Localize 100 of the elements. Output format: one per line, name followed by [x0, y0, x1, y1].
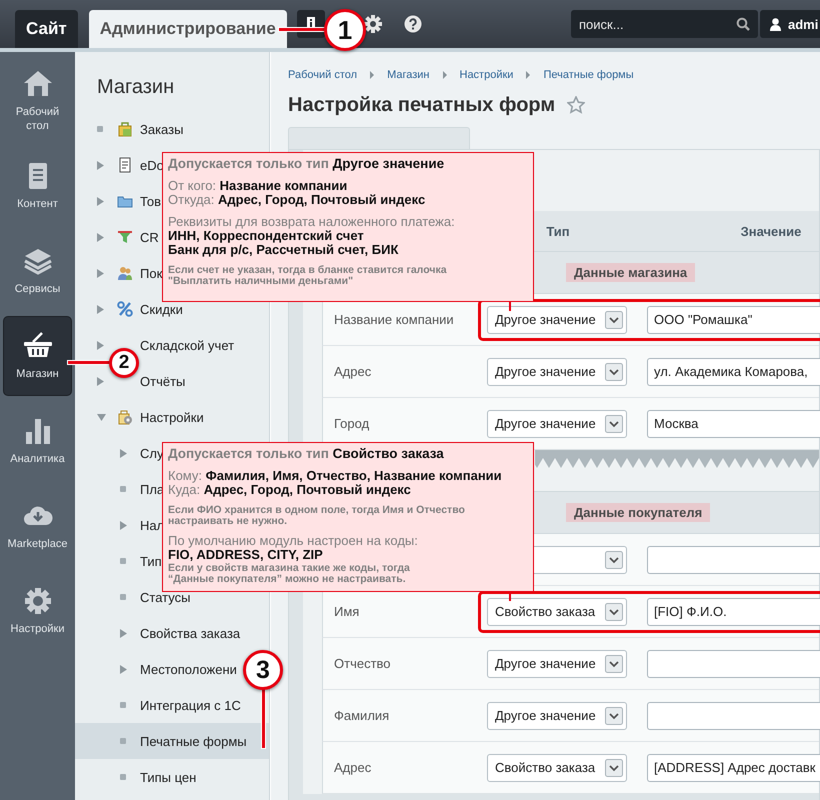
type-select[interactable]: Свойство заказа [487, 754, 627, 782]
gear-icon [22, 586, 52, 616]
column-header: Значение [740, 224, 802, 238]
value-field[interactable] [647, 650, 820, 678]
sidebar-item[interactable]: Свойства заказа [140, 626, 240, 640]
sidebar-item[interactable]: Типы цен [140, 770, 196, 784]
nav-item[interactable]: Аналитика [4, 402, 71, 480]
note-text: Кому: Фамилия, Имя, Отчество, Название компании Куда: Адрес, Город, Почтовый индекс [168, 469, 503, 497]
sidebar-item[interactable]: CR [140, 230, 159, 244]
page-title: Настройка печатных форм [288, 94, 556, 116]
settings-icon[interactable] [362, 14, 383, 34]
breadcrumb-separator-icon [370, 71, 374, 79]
star-icon[interactable] [567, 96, 586, 114]
section-label: Данные магазина [566, 263, 696, 282]
leader-line [262, 688, 265, 748]
field-label: Отчество [333, 656, 392, 671]
sidebar-item[interactable]: Печатные формы [75, 723, 269, 759]
chevron-down-icon [605, 602, 623, 620]
value-field[interactable]: Москва [647, 410, 820, 438]
field-label: Имя [333, 604, 360, 619]
chevron-down-icon [605, 706, 623, 724]
type-select[interactable]: Другое значение [487, 410, 627, 438]
chevron-down-icon [605, 758, 623, 776]
chevron-down-icon [605, 310, 623, 328]
value-field[interactable]: ООО "Ромашка" [647, 306, 820, 334]
layers-icon [22, 246, 52, 276]
sidebar-item[interactable]: Интеграция с 1С [140, 698, 241, 712]
nav-item[interactable]: Магазин [4, 317, 71, 395]
sidebar-item[interactable]: Статусы [140, 590, 190, 604]
user-button[interactable]: admi [760, 10, 820, 38]
field-label: Название компании [333, 312, 455, 327]
field-label: Адрес [333, 760, 372, 775]
chevron-down-icon [605, 654, 623, 672]
bullet-icon [120, 486, 126, 492]
nav-item[interactable]: Сервисы [4, 232, 71, 310]
note-title: Допускается только тип Другое значение [168, 156, 446, 172]
note-text: Реквизиты для возврата наложенного платежа: ИНН, Корреспондентский счет Банк для р/с, Рассчетный счет, БИК [168, 215, 456, 257]
type-select[interactable]: Другое значение [487, 702, 627, 730]
nav-item[interactable]: Контент [4, 147, 71, 225]
people-icon [117, 265, 133, 281]
sidebar-item[interactable]: Заказы [140, 122, 184, 136]
chevron-down-icon [605, 550, 623, 568]
breadcrumb-link[interactable]: Магазин [387, 69, 430, 81]
note-text: Если счет не указан, тогда в бланке ставится галочка "Выплатить наличными деньгами" [168, 265, 448, 286]
note-text: От кого: Название компании Откуда: Адрес, Город, Почтовый индекс [168, 179, 426, 207]
user-icon [770, 18, 781, 30]
type-select[interactable]: Свойство заказа [487, 598, 627, 626]
search-icon [736, 17, 750, 31]
note-text: По умолчанию модуль настроен на коды: FIO, ADDRESS, CITY, ZIP [168, 534, 419, 562]
value-field[interactable] [647, 702, 820, 730]
sidebar-item[interactable]: Скидки [140, 302, 183, 316]
tab[interactable]: Сайт [15, 10, 78, 48]
note-text: Если ФИО хранится в одном поле, тогда Имя и Отчество настраивать не нужно. [168, 505, 466, 526]
breadcrumb-separator-icon [526, 71, 530, 79]
field-label: Фамилия [333, 708, 390, 723]
breadcrumb-link[interactable]: Настройки [460, 69, 514, 81]
nav-item[interactable]: Настройки [4, 572, 71, 650]
breadcrumb-link[interactable]: Рабочий стол [288, 69, 358, 81]
help-icon[interactable] [404, 15, 422, 33]
type-select[interactable]: Другое значение [487, 358, 627, 386]
tab[interactable]: Администрирование [88, 10, 287, 48]
bullet-icon [120, 594, 126, 600]
sidebar-item[interactable]: Складской учет [140, 338, 234, 352]
leader-line [279, 28, 325, 31]
sidebar-item[interactable]: Пок [140, 266, 162, 280]
bag-gear-icon [117, 409, 133, 425]
note-text: Если у свойств магазина такие же коды, тогда “Данные покупателя” можно не настраивать. [168, 563, 411, 584]
type-select[interactable]: Другое значение [487, 306, 627, 334]
value-field[interactable] [647, 546, 820, 574]
sidebar-item[interactable]: Тип [140, 554, 162, 568]
value-field[interactable]: [FIO] Ф.И.О. [647, 598, 820, 626]
search-field[interactable]: поиск... [571, 10, 758, 38]
type-select[interactable]: Другое значение [487, 650, 627, 678]
sidebar-item[interactable]: Настройки [140, 410, 204, 424]
field-label: Адрес [333, 364, 372, 379]
bullet-icon [120, 774, 126, 780]
sidebar-item[interactable]: Слу [140, 446, 164, 460]
chevron-down-icon [605, 414, 623, 432]
value-field[interactable]: ул. Академика Комарова, [647, 358, 820, 386]
sidebar-item[interactable]: Местоположени [140, 662, 237, 676]
nav-item[interactable]: Рабочий стол [4, 62, 71, 140]
bullet-icon [120, 702, 126, 708]
value-field[interactable]: [ADDRESS] Адрес доставк [647, 754, 820, 782]
bullet-icon [120, 738, 126, 744]
breadcrumb-link[interactable]: Печатные формы [543, 69, 634, 81]
chevron-down-icon [605, 362, 623, 380]
sidebar-item[interactable]: Тов [140, 194, 162, 208]
sidebar-item[interactable]: Отчёты [140, 374, 186, 388]
percent-icon [117, 301, 133, 317]
note-title: Допускается только тип Свойство заказа [168, 446, 445, 462]
bullet-icon [120, 558, 126, 564]
tab-button[interactable] [288, 127, 470, 149]
document-icon [117, 157, 133, 173]
column-header: Тип [546, 224, 570, 238]
home-icon [22, 69, 52, 99]
sidebar-title: Магазин [96, 75, 174, 98]
section-label: Данные покупателя [566, 503, 710, 522]
bullet-icon [97, 126, 103, 132]
nav-item[interactable]: Marketplace [4, 487, 71, 565]
breadcrumb-separator-icon [442, 71, 446, 79]
